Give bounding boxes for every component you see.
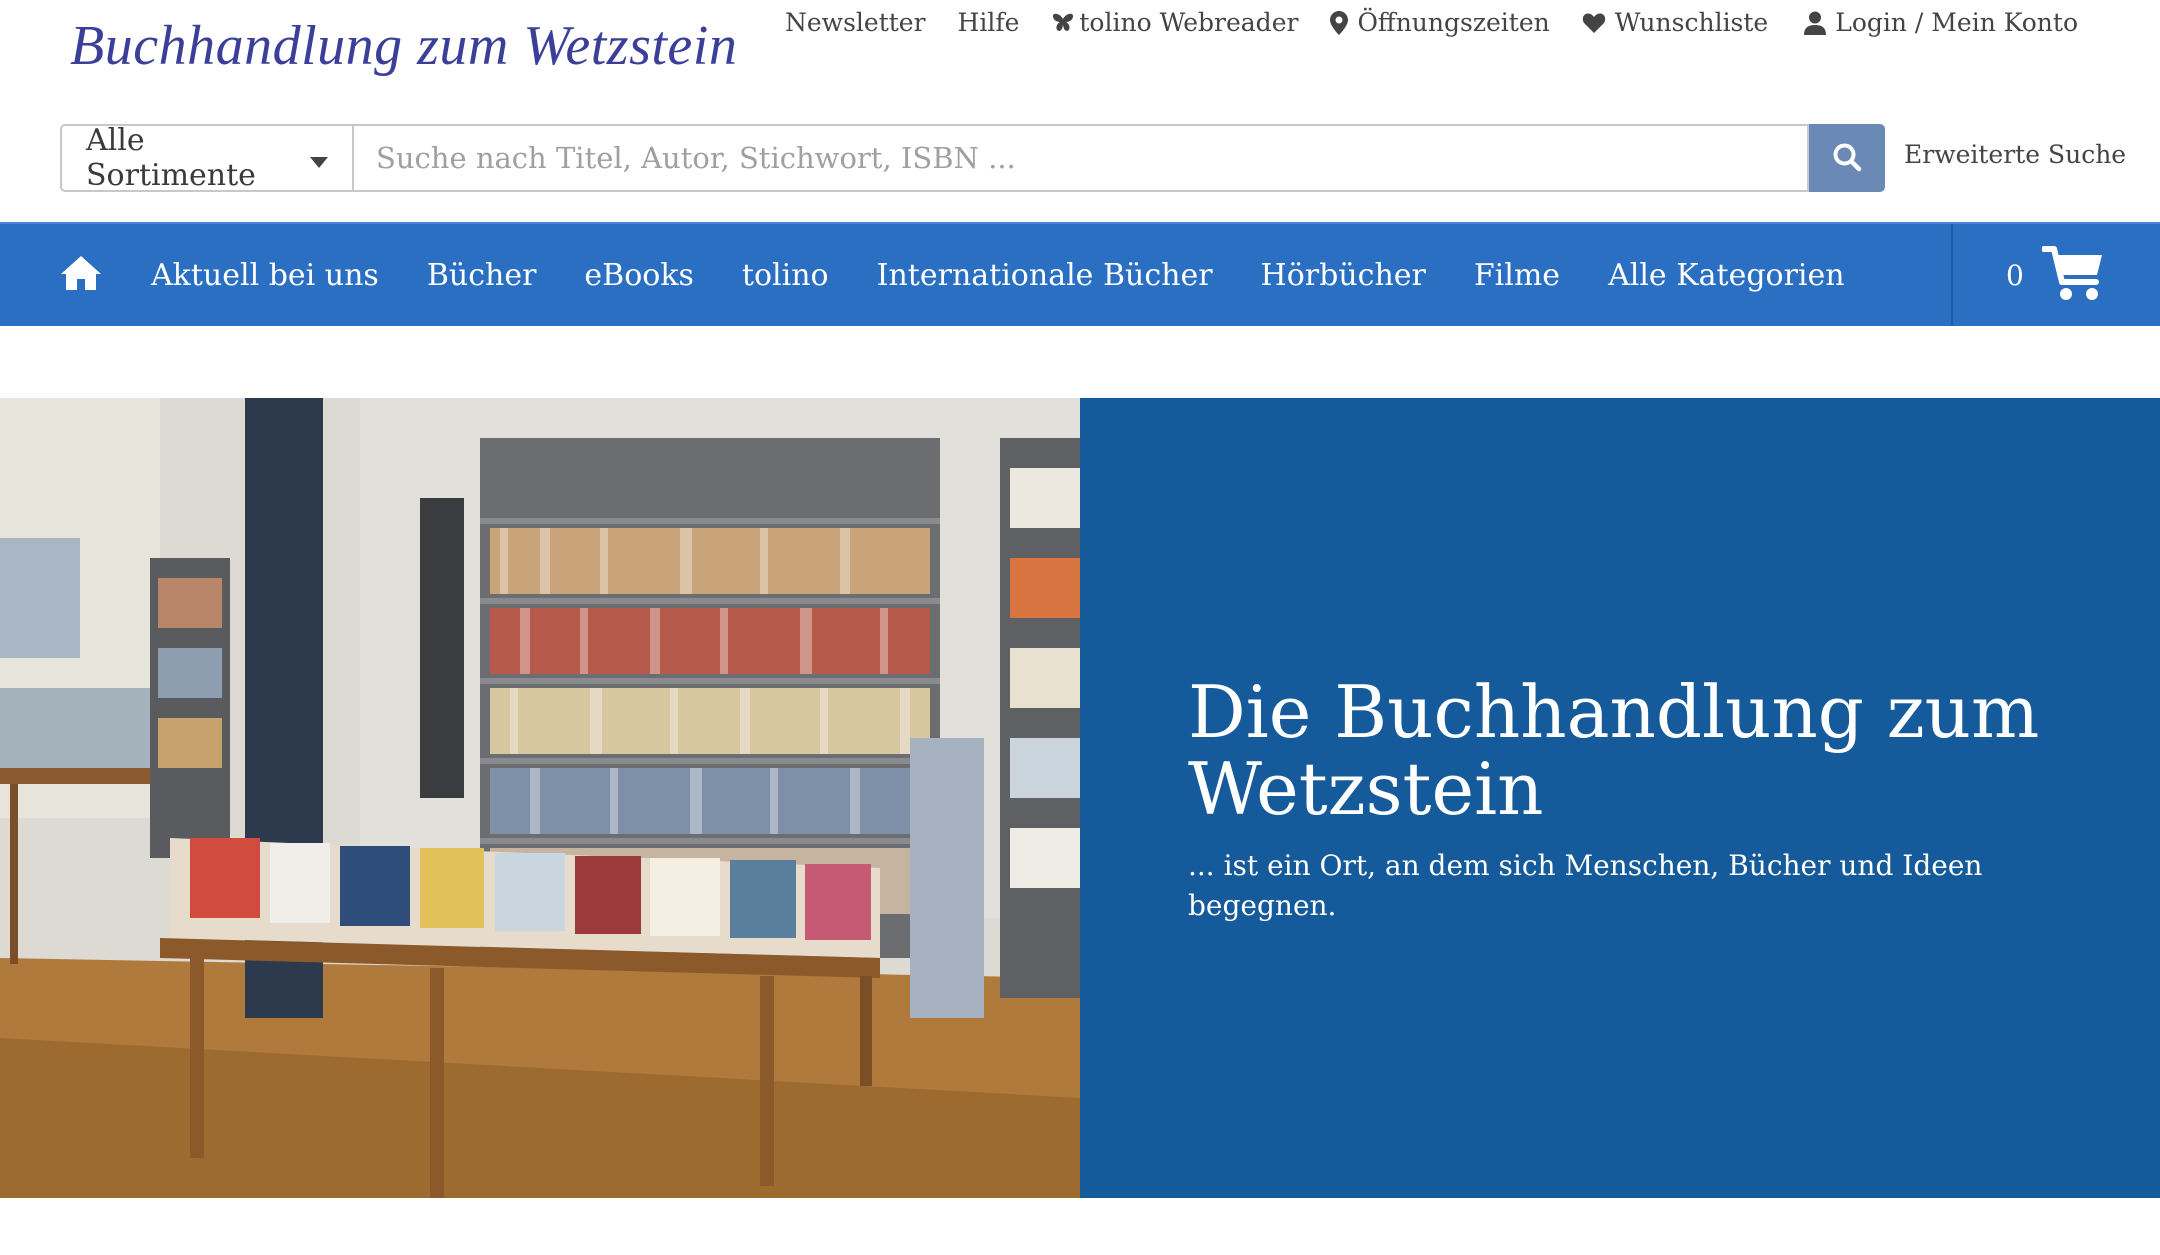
nav-item-buecher[interactable]: Bücher xyxy=(427,258,537,293)
search-button[interactable] xyxy=(1809,124,1885,192)
wishlist-label: Wunschliste xyxy=(1614,8,1769,37)
main-nav: Aktuell bei uns Bücher eBooks tolino Int… xyxy=(0,222,2160,326)
hero-subtitle: ... ist ein Ort, an dem sich Menschen, B… xyxy=(1188,849,1983,922)
user-icon xyxy=(1804,11,1827,35)
butterfly-icon xyxy=(1051,12,1075,34)
nav-item-internationale-buecher[interactable]: Internationale Bücher xyxy=(877,258,1213,293)
newsletter-link[interactable]: Newsletter xyxy=(785,8,926,37)
nav-item-tolino[interactable]: tolino xyxy=(742,258,829,293)
nav-item-aktuell[interactable]: Aktuell bei uns xyxy=(151,258,379,293)
search-scope-value: Alle Sortimente xyxy=(86,123,256,193)
nav-item-ebooks[interactable]: eBooks xyxy=(584,258,694,293)
map-pin-icon xyxy=(1330,10,1349,35)
help-label: Hilfe xyxy=(957,8,1020,37)
opening-hours-link[interactable]: Öffnungszeiten xyxy=(1330,8,1550,37)
home-icon xyxy=(60,256,102,296)
login-account-link[interactable]: Login / Mein Konto xyxy=(1804,8,2078,37)
hero-text-panel: Die Buchhandlung zum Wetzstein ... ist e… xyxy=(1080,398,2160,1198)
newsletter-label: Newsletter xyxy=(785,8,926,37)
heart-icon xyxy=(1582,12,1606,34)
nav-item-filme[interactable]: Filme xyxy=(1474,258,1560,293)
wishlist-link[interactable]: Wunschliste xyxy=(1582,8,1768,37)
login-account-label: Login / Mein Konto xyxy=(1835,8,2078,37)
shopping-cart-icon xyxy=(2040,244,2106,306)
nav-item-alle-kategorien[interactable]: Alle Kategorien xyxy=(1608,258,1845,293)
tolino-webreader-link[interactable]: tolino Webreader xyxy=(1051,8,1298,37)
search-bar: Alle Sortimente xyxy=(60,123,1885,193)
search-scope-select[interactable]: Alle Sortimente xyxy=(60,123,352,193)
nav-divider xyxy=(1951,224,1953,326)
service-nav: Newsletter Hilfe tolino Webreader Öffnun… xyxy=(785,8,2078,37)
cart-count: 0 xyxy=(2006,258,2024,292)
opening-hours-label: Öffnungszeiten xyxy=(1357,8,1550,37)
category-nav: Aktuell bei uns Bücher eBooks tolino Int… xyxy=(151,224,1845,326)
nav-item-hoerbuecher[interactable]: Hörbücher xyxy=(1261,258,1426,293)
cart-button[interactable]: 0 xyxy=(2006,244,2106,306)
hero-title: Die Buchhandlung zum Wetzstein xyxy=(1188,670,2040,831)
advanced-search-link[interactable]: Erweiterte Suche xyxy=(1904,140,2126,169)
store-logo[interactable]: Buchhandlung zum Wetzstein xyxy=(70,14,737,78)
search-icon xyxy=(1832,142,1862,175)
caret-down-icon xyxy=(310,141,328,176)
help-link[interactable]: Hilfe xyxy=(958,8,1020,37)
bookstore-interior-image xyxy=(0,398,1080,1198)
search-input[interactable] xyxy=(352,124,1809,192)
site-header: Buchhandlung zum Wetzstein Newsletter Hi… xyxy=(0,0,2160,122)
hero-banner: Die Buchhandlung zum Wetzstein ... ist e… xyxy=(0,398,2160,1198)
tolino-webreader-label: tolino Webreader xyxy=(1079,8,1299,37)
home-link[interactable] xyxy=(60,254,102,296)
